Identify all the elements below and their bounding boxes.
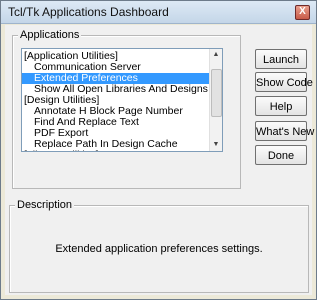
vertical-scrollbar[interactable]: ▲ ▼ bbox=[209, 49, 222, 151]
launch-button[interactable]: Launch bbox=[255, 49, 307, 69]
description-group: Description Extended application prefere… bbox=[9, 199, 309, 293]
show-code-button[interactable]: Show Code bbox=[255, 72, 313, 92]
applications-group: Applications [Application Utilities] Comm… bbox=[12, 29, 241, 189]
description-text: Extended application preferences setting… bbox=[55, 243, 263, 255]
description-label: Description bbox=[15, 199, 75, 211]
applications-label: Applications bbox=[18, 29, 82, 41]
scroll-down-icon[interactable]: ▼ bbox=[210, 139, 222, 151]
whats-new-button[interactable]: What's New bbox=[255, 121, 314, 141]
scroll-up-icon[interactable]: ▲ bbox=[210, 49, 222, 61]
title-bar[interactable]: Tcl/Tk Applications Dashboard X bbox=[1, 1, 316, 24]
applications-listbox[interactable]: [Application Utilities] Communication Ser… bbox=[21, 48, 223, 152]
app-window: Tcl/Tk Applications Dashboard X Applicat… bbox=[0, 0, 317, 300]
window-title: Tcl/Tk Applications Dashboard bbox=[8, 5, 169, 19]
help-button[interactable]: Help bbox=[255, 96, 307, 116]
list-category-header[interactable]: [Library Utilities] bbox=[22, 150, 209, 152]
close-icon[interactable]: X bbox=[295, 5, 310, 20]
dialog-body: Applications [Application Utilities] Comm… bbox=[5, 25, 314, 295]
done-button[interactable]: Done bbox=[255, 145, 307, 165]
scroll-thumb[interactable] bbox=[211, 69, 222, 117]
